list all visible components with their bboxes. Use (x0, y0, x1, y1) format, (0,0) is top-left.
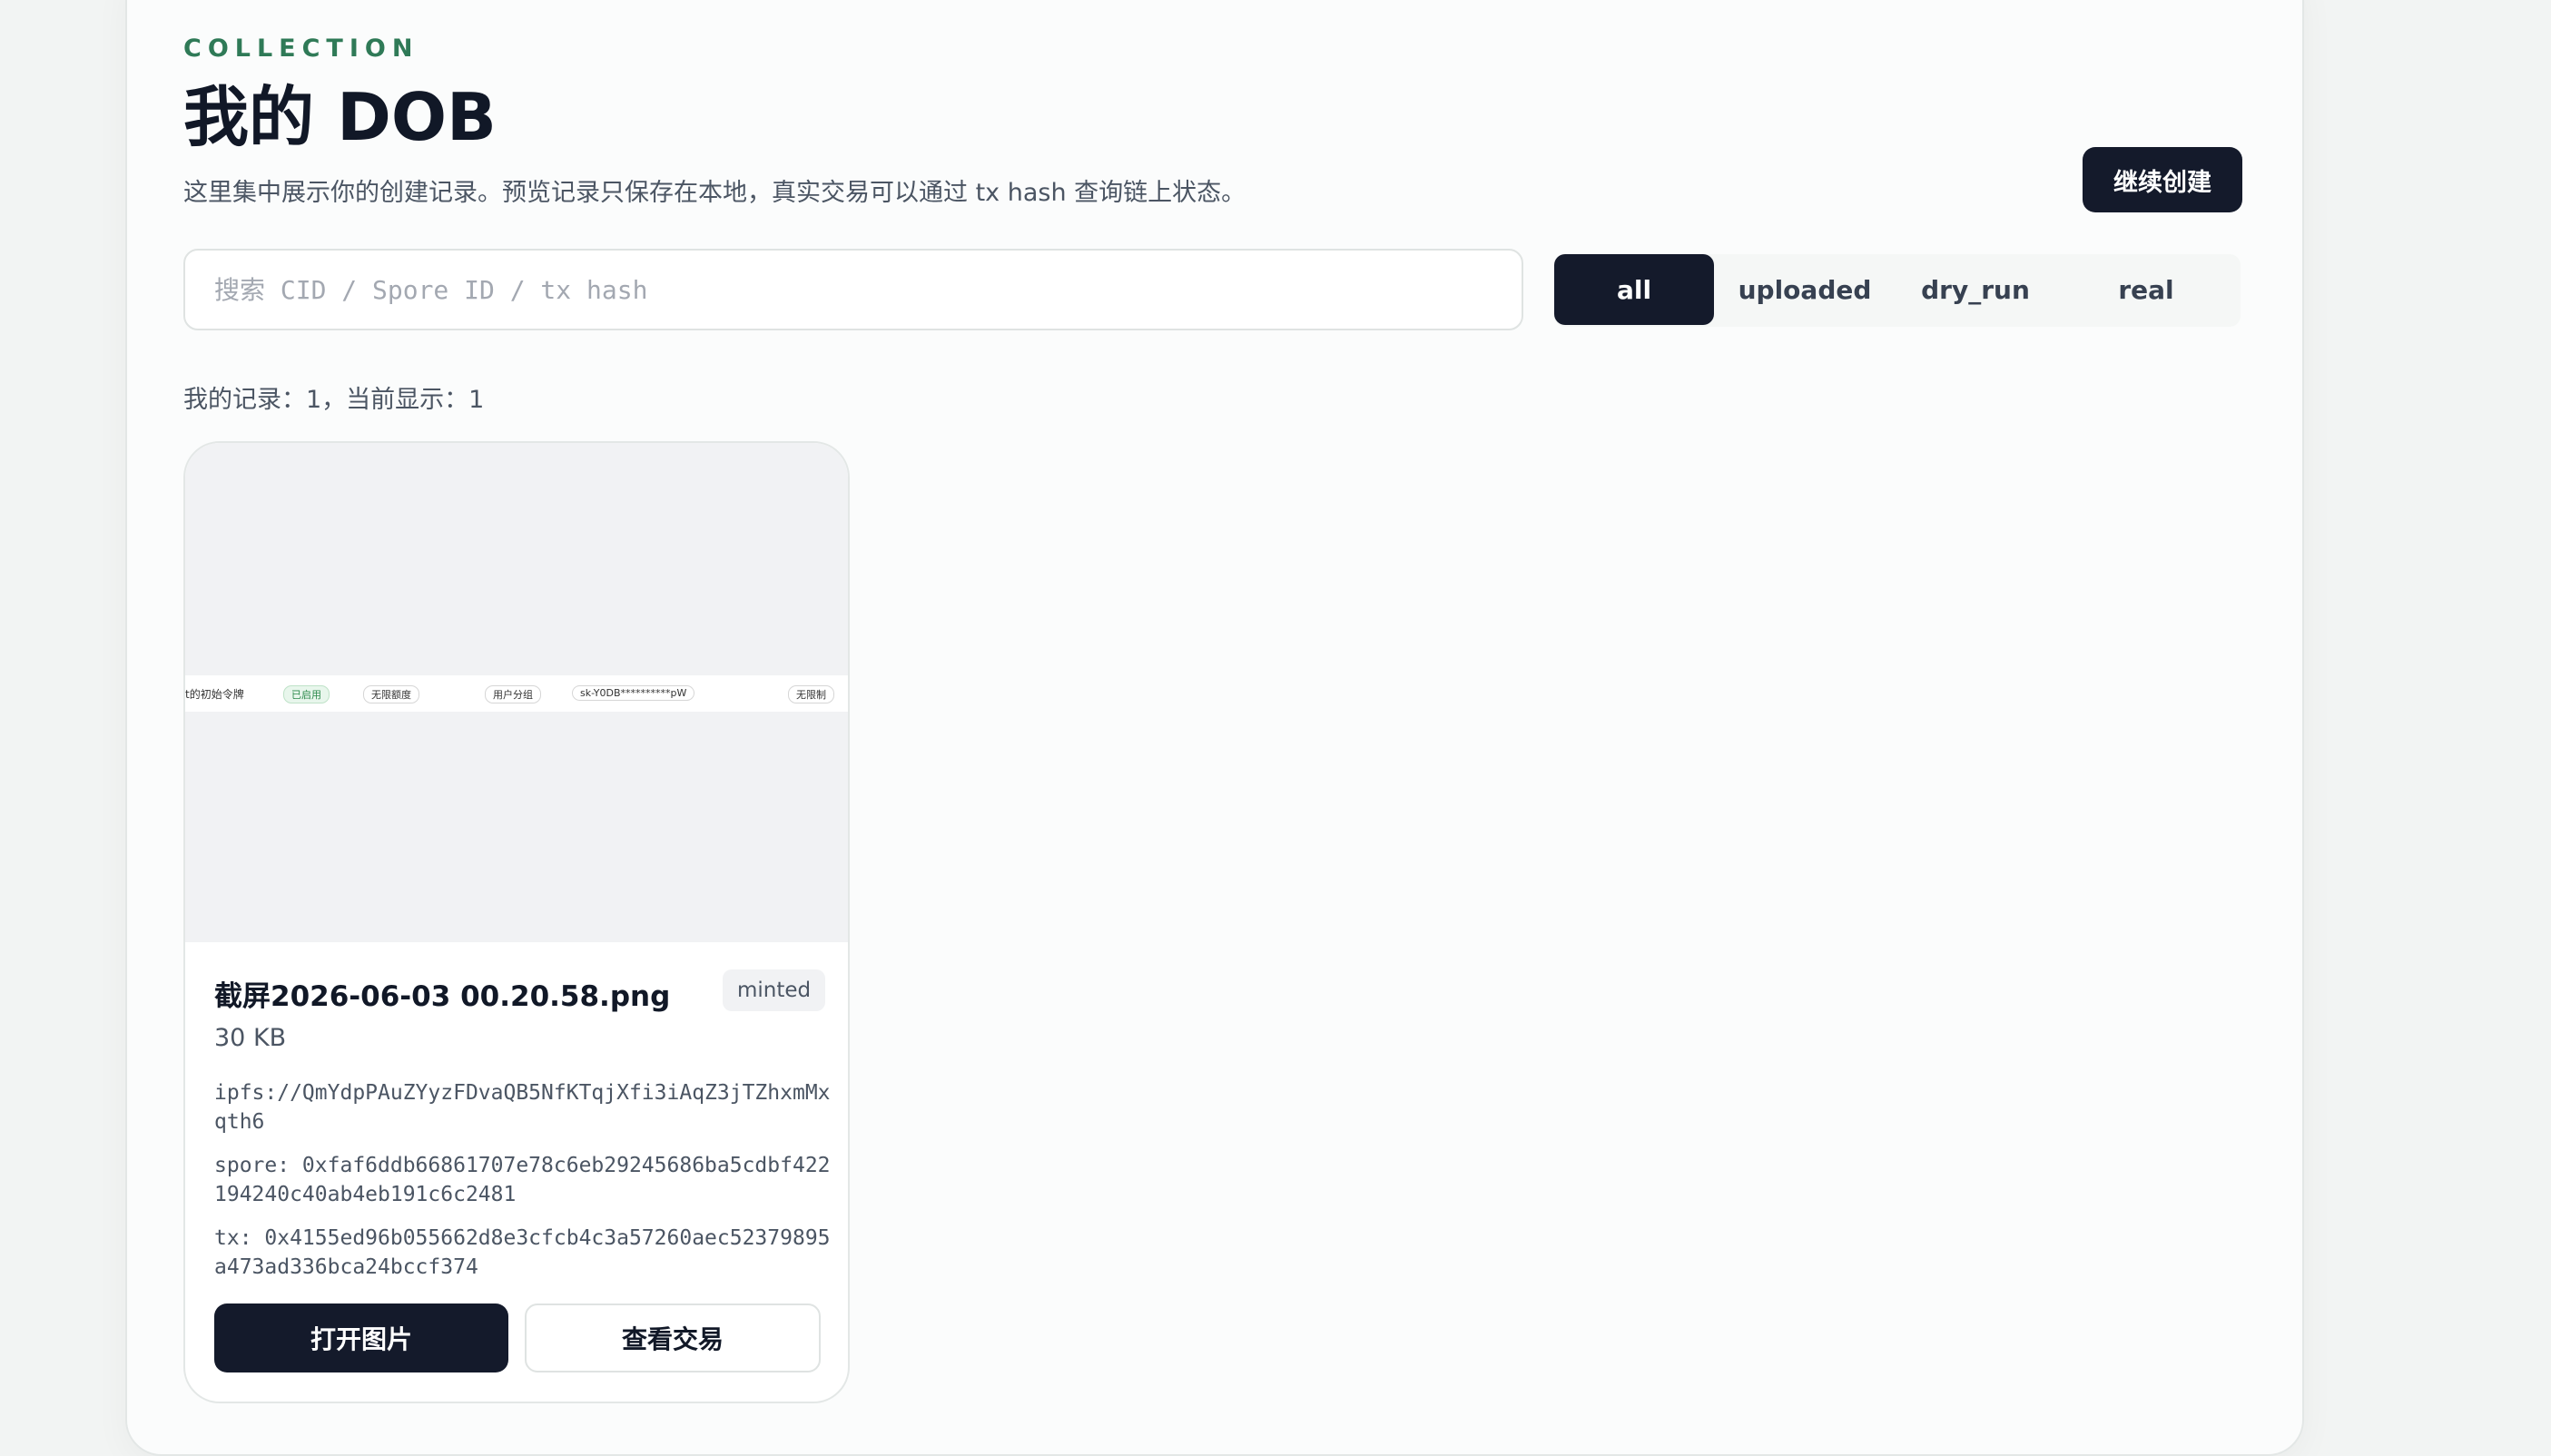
record-cid: ipfs://QmYdpPAuZYyzFDvaQB5NfKTqjXfi3iAqZ… (214, 1081, 831, 1134)
record-card: t的初始令牌 已启用 无限额度 用户分组 sk-Y0DB**********pW… (183, 441, 850, 1403)
preview-key-badge: sk-Y0DB**********pW (572, 685, 695, 701)
image-preview[interactable]: t的初始令牌 已启用 无限额度 用户分组 sk-Y0DB**********pW… (185, 443, 848, 942)
status-filter-group: all uploaded dry_run real (1554, 254, 2241, 327)
continue-create-button[interactable]: 继续创建 (2083, 147, 2242, 212)
preview-quota-badge: 无限额度 (363, 685, 419, 703)
open-image-button[interactable]: 打开图片 (214, 1304, 508, 1372)
view-transaction-button[interactable]: 查看交易 (525, 1304, 821, 1372)
page-title: 我的 DOB (183, 79, 497, 155)
filter-dry-run[interactable]: dry_run (1896, 254, 2055, 325)
preview-token-name: t的初始令牌 (185, 688, 244, 701)
record-spore-id: spore: 0xfaf6ddb66861707e78c6eb29245686b… (214, 1154, 831, 1206)
record-count: 我的记录：1，当前显示：1 (183, 386, 485, 414)
preview-limit-badge: 无限制 (788, 685, 834, 703)
page-subtitle: 这里集中展示你的创建记录。预览记录只保存在本地，真实交易可以通过 tx hash… (183, 179, 1246, 207)
record-tx-hash: tx: 0x4155ed96b055662d8e3cfcb4c3a57260ae… (214, 1226, 831, 1279)
filter-real[interactable]: real (2066, 254, 2226, 325)
record-file-size: 30 KB (214, 1024, 287, 1052)
search-input[interactable] (183, 249, 1523, 330)
filter-uploaded[interactable]: uploaded (1725, 254, 1885, 325)
preview-screenshot-strip: t的初始令牌 已启用 无限额度 用户分组 sk-Y0DB**********pW… (185, 675, 848, 712)
preview-enabled-badge: 已启用 (283, 685, 330, 703)
section-eyebrow: COLLECTION (183, 34, 419, 63)
record-file-name: 截屏2026-06-03 00.20.58.png (214, 980, 671, 1013)
status-badge: minted (723, 969, 826, 1011)
filter-all[interactable]: all (1554, 254, 1714, 325)
preview-group-badge: 用户分组 (485, 685, 541, 703)
